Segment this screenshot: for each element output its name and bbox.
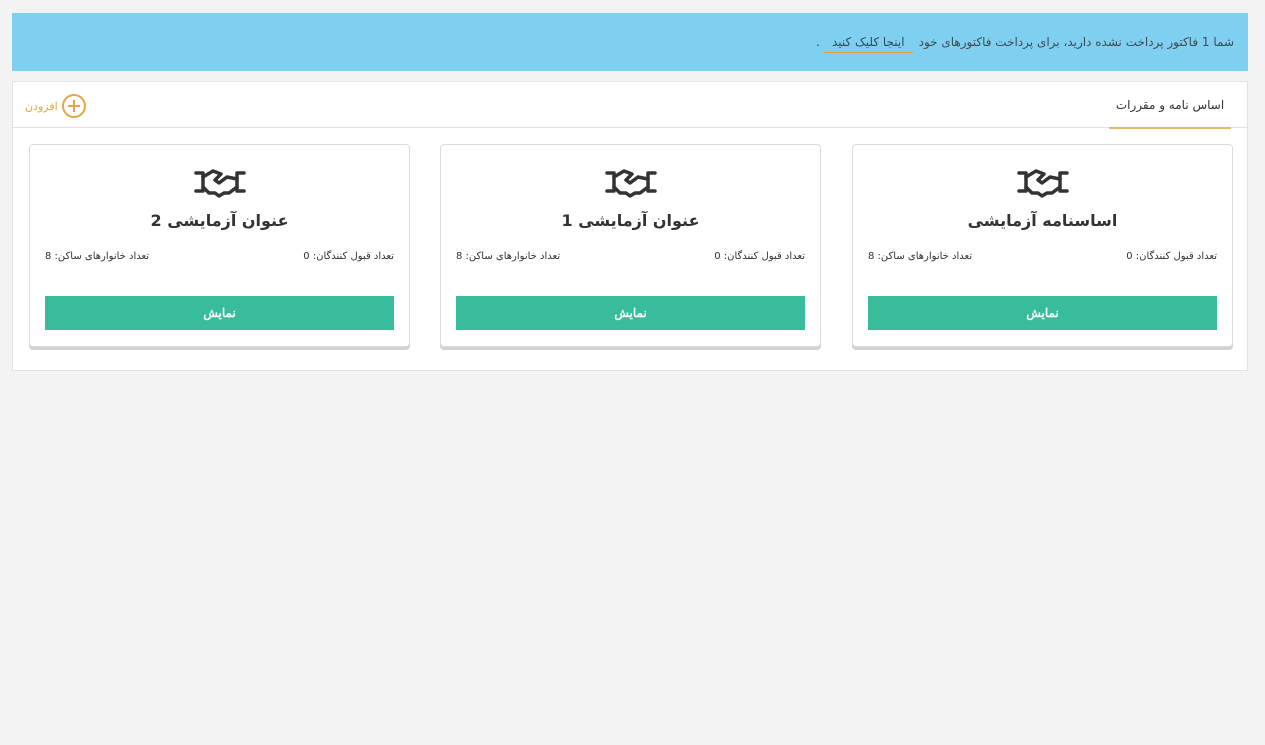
- handshake-icon: [1016, 169, 1069, 198]
- card-title: اساسنامه آزمایشی: [967, 211, 1118, 230]
- unpaid-invoice-alert: شما 1 فاکتور پرداخت نشده دارید، برای پرد…: [12, 13, 1248, 71]
- add-button-label: افزودن: [25, 99, 58, 113]
- bylaw-card: عنوان آزمایشی 1 تعداد قبول کنندگان: 0 تع…: [440, 144, 821, 347]
- add-button[interactable]: افزودن: [25, 93, 86, 119]
- panel-header: اساس نامه و مقررات افزودن: [13, 82, 1247, 129]
- accepted-count: تعداد قبول کنندگان: 0: [1126, 251, 1217, 262]
- bylaws-panel: اساس نامه و مقررات افزودن اساسنامه آزمای…: [12, 81, 1248, 371]
- show-button[interactable]: نمایش: [45, 296, 394, 330]
- households-count: تعداد خانوارهای ساکن: 8: [456, 251, 561, 262]
- accepted-count: تعداد قبول کنندگان: 0: [714, 251, 805, 262]
- pay-invoices-link[interactable]: اینجا کلیک کنید: [823, 35, 913, 53]
- show-button[interactable]: نمایش: [456, 296, 805, 330]
- handshake-icon: [604, 169, 657, 198]
- plus-circle-icon: [61, 94, 86, 118]
- card-title: عنوان آزمایشی 1: [561, 211, 700, 230]
- show-button[interactable]: نمایش: [868, 296, 1217, 330]
- bylaw-card: عنوان آزمایشی 2 تعداد قبول کنندگان: 0 تع…: [29, 144, 410, 347]
- alert-trailing: .: [816, 35, 820, 49]
- households-count: تعداد خانوارهای ساکن: 8: [45, 251, 150, 262]
- card-title: عنوان آزمایشی 2: [150, 211, 289, 230]
- alert-message: شما 1 فاکتور پرداخت نشده دارید، برای پرد…: [918, 35, 1234, 49]
- handshake-icon: [193, 169, 246, 198]
- cards-grid: اساسنامه آزمایشی تعداد قبول کنندگان: 0 ت…: [29, 144, 1233, 349]
- accepted-count: تعداد قبول کنندگان: 0: [303, 251, 394, 262]
- households-count: تعداد خانوارهای ساکن: 8: [868, 251, 973, 262]
- bylaw-card: اساسنامه آزمایشی تعداد قبول کنندگان: 0 ت…: [852, 144, 1233, 347]
- tab-bylaws[interactable]: اساس نامه و مقررات: [1109, 82, 1231, 129]
